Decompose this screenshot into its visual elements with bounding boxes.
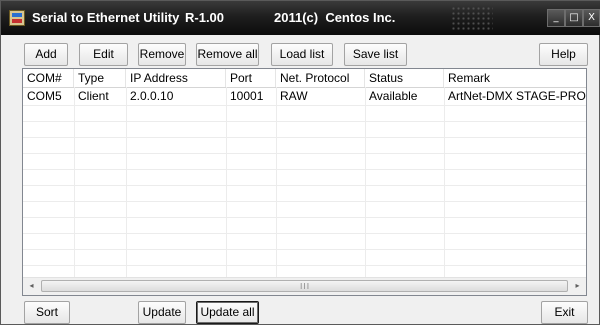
update-button[interactable]: Update <box>138 301 186 324</box>
grid-line <box>23 153 586 154</box>
copyright-label: 2011(c) Centos Inc. <box>274 10 396 25</box>
column-remark[interactable]: Remark <box>444 69 586 87</box>
grid-line <box>23 121 586 122</box>
update-all-button[interactable]: Update all <box>196 301 259 324</box>
cell-status: Available <box>369 89 418 103</box>
thumb-grip-icon: III <box>300 282 311 291</box>
column-ip-address[interactable]: IP Address <box>126 69 226 87</box>
load-list-button[interactable]: Load list <box>271 43 333 66</box>
grid-line <box>23 217 586 218</box>
exit-button[interactable]: Exit <box>541 301 588 324</box>
close-icon[interactable]: X <box>583 9 600 27</box>
version-label: R-1.00 <box>185 10 225 25</box>
horizontal-scrollbar[interactable]: ◂ III ▸ <box>23 277 586 295</box>
cell-port: 10001 <box>230 89 264 103</box>
grid-line <box>23 249 586 250</box>
column-port[interactable]: Port <box>226 69 276 87</box>
grid-line <box>23 233 586 234</box>
port-list[interactable]: COM# Type IP Address Port Net. Protocol … <box>22 68 587 296</box>
grid-line <box>23 201 586 202</box>
app-icon <box>9 10 25 26</box>
cell-net-protocol: RAW <box>280 89 308 103</box>
column-com[interactable]: COM# <box>23 69 74 87</box>
column-header: COM# Type IP Address Port Net. Protocol … <box>23 69 586 88</box>
maximize-icon[interactable]: □ <box>565 9 583 27</box>
remove-button[interactable]: Remove <box>138 43 186 66</box>
grid-line <box>23 185 586 186</box>
grid-line <box>23 137 586 138</box>
cell-ip-address: 2.0.0.10 <box>130 89 174 103</box>
sort-button[interactable]: Sort <box>24 301 70 324</box>
add-button[interactable]: Add <box>24 43 68 66</box>
cell-type: Client <box>78 89 109 103</box>
grid-line <box>23 169 586 170</box>
scroll-thumb[interactable]: III <box>41 280 568 292</box>
cell-remark: ArtNet-DMX STAGE-PROFI 1. <box>448 89 586 103</box>
column-net-protocol[interactable]: Net. Protocol <box>276 69 365 87</box>
title-bar[interactable]: Serial to Ethernet Utility R-1.00 2011(c… <box>1 1 600 35</box>
scroll-right-icon[interactable]: ▸ <box>569 278 586 294</box>
main-window: Serial to Ethernet Utility R-1.00 2011(c… <box>0 0 600 325</box>
grid-line <box>23 265 586 266</box>
column-type[interactable]: Type <box>74 69 126 87</box>
title-decoration <box>451 6 493 30</box>
column-status[interactable]: Status <box>365 69 444 87</box>
cell-com: COM5 <box>27 89 62 103</box>
scroll-left-icon[interactable]: ◂ <box>23 278 40 294</box>
app-title: Serial to Ethernet Utility <box>32 10 180 25</box>
save-list-button[interactable]: Save list <box>344 43 407 66</box>
edit-button[interactable]: Edit <box>79 43 128 66</box>
help-button[interactable]: Help <box>539 43 588 66</box>
minimize-icon[interactable]: _ <box>547 9 565 27</box>
grid-line <box>23 105 586 106</box>
remove-all-button[interactable]: Remove all <box>196 43 259 66</box>
table-row[interactable]: COM5 Client 2.0.0.10 10001 RAW Available… <box>23 88 586 104</box>
